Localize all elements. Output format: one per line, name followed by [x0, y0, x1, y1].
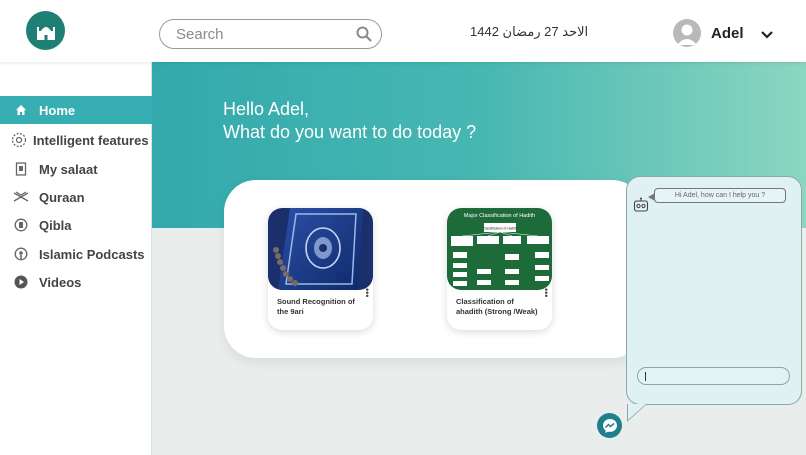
- sidebar-item-my-salaat[interactable]: My salaat: [0, 155, 152, 183]
- sidebar-item-label: Quraan: [39, 189, 85, 205]
- sidebar-item-islamic-podcasts[interactable]: Islamic Podcasts: [0, 240, 152, 268]
- home-icon: [13, 102, 29, 118]
- user-name[interactable]: Adel: [711, 25, 744, 42]
- text-caret: [645, 372, 646, 381]
- search-input[interactable]: [176, 24, 346, 44]
- sidebar: Home Intelligent features My salaat Qura…: [0, 62, 152, 455]
- diagram-root: Classification of Hadith: [483, 227, 517, 231]
- play-icon: [13, 274, 29, 290]
- sidebar-item-qibla[interactable]: Qibla: [0, 211, 152, 239]
- sidebar-item-label: Islamic Podcasts: [39, 246, 145, 262]
- mosque-icon[interactable]: [26, 11, 65, 50]
- robot-icon: [633, 197, 649, 218]
- diagram-title: Major Classification of Hadith: [464, 213, 535, 219]
- search-box[interactable]: [159, 19, 382, 49]
- sidebar-item-label: My salaat: [39, 161, 98, 177]
- sidebar-item-quraan[interactable]: Quraan: [0, 183, 152, 211]
- chatbot-panel: Hi Adel, how can I help you ?: [626, 176, 802, 422]
- card-title: Sound Recognition of the 9ari: [277, 297, 355, 316]
- more-vertical-icon[interactable]: •••: [541, 288, 551, 297]
- quran-book-image: [268, 208, 373, 290]
- hijri-date: الاحد 27 رمضان 1442: [470, 24, 589, 39]
- sidebar-item-intelligent-features[interactable]: Intelligent features: [0, 126, 152, 154]
- sidebar-item-videos[interactable]: Videos: [0, 268, 152, 296]
- feature-card-hadith-classification[interactable]: Major Classification of Hadith Classific…: [447, 208, 552, 330]
- sidebar-item-home[interactable]: Home: [0, 96, 152, 124]
- sidebar-item-label: Qibla: [39, 217, 72, 233]
- messenger-icon[interactable]: [597, 413, 622, 438]
- greeting: Hello Adel, What do you want to do today…: [223, 98, 476, 144]
- chevron-down-icon[interactable]: [760, 27, 774, 45]
- top-header: الاحد 27 رمضان 1442 Adel: [0, 0, 806, 62]
- search-icon[interactable]: [356, 26, 372, 47]
- prayer-icon: [13, 161, 29, 177]
- user-icon[interactable]: [673, 19, 701, 47]
- chat-message: Hi Adel, how can I help you ?: [648, 188, 786, 203]
- podcast-icon: [13, 246, 29, 262]
- hadith-classification-diagram: Major Classification of Hadith Classific…: [447, 208, 552, 290]
- chat-input[interactable]: [637, 367, 790, 385]
- sidebar-item-label: Intelligent features: [33, 132, 149, 148]
- quran-stand-icon: [13, 189, 29, 205]
- card-title: Classification of ahadith (Strong /Weak): [456, 297, 538, 316]
- feature-card-sound-recognition[interactable]: Sound Recognition of the 9ari •••: [268, 208, 373, 330]
- greeting-line-1: Hello Adel,: [223, 99, 310, 119]
- brain-icon: [11, 132, 27, 148]
- greeting-line-2: What do you want to do today ?: [223, 122, 477, 142]
- qibla-icon: [13, 217, 29, 233]
- sidebar-item-label: Home: [39, 102, 76, 118]
- sidebar-item-label: Videos: [39, 274, 82, 290]
- more-vertical-icon[interactable]: •••: [362, 288, 372, 297]
